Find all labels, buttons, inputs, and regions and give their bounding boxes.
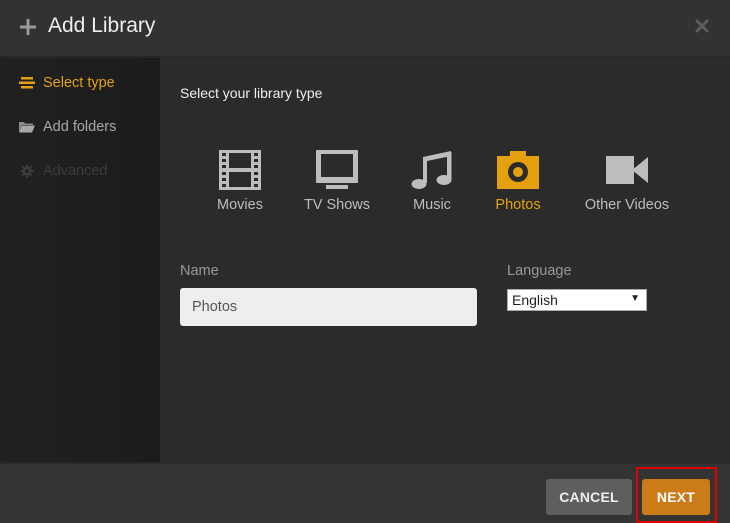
film-icon [219, 150, 261, 190]
sidebar-item-add-folders[interactable]: Add folders [0, 112, 160, 142]
language-selected-value: English [512, 292, 558, 308]
camera-icon [497, 151, 539, 189]
sidebar-item-label: Add folders [43, 119, 117, 135]
library-type-movies[interactable]: Movies [216, 148, 264, 213]
dialog-header: Add Library [0, 0, 730, 57]
main-panel: Select your library type Movies TV Shows… [160, 58, 730, 462]
name-input[interactable] [180, 288, 477, 326]
library-type-label: Music [413, 197, 451, 213]
sidebar-item-label: Advanced [43, 163, 108, 179]
dialog-footer: CANCEL NEXT [0, 462, 730, 523]
library-type-music[interactable]: Music [411, 148, 452, 213]
folder-icon [19, 122, 35, 133]
dialog-title: Add Library [48, 14, 156, 37]
library-type-label: Photos [495, 197, 541, 213]
library-type-other-videos[interactable]: Other Videos [584, 148, 670, 213]
library-type-label: TV Shows [303, 197, 371, 213]
close-icon[interactable] [693, 17, 711, 35]
library-type-label: Other Videos [584, 197, 670, 213]
dropdown-arrow-icon: ▼ [630, 293, 640, 304]
list-icon [19, 77, 35, 89]
library-type-label: Movies [217, 197, 263, 213]
sidebar-item-label: Select type [43, 75, 115, 91]
gear-icon [20, 164, 34, 178]
tv-icon [316, 150, 358, 189]
library-type-photos[interactable]: Photos [494, 148, 542, 213]
language-select[interactable]: English ▼ [507, 289, 647, 311]
language-label: Language [507, 263, 572, 279]
name-label: Name [180, 263, 219, 279]
music-note-icon [411, 151, 452, 189]
sidebar-item-select-type[interactable]: Select type [0, 68, 160, 98]
video-camera-icon [606, 156, 648, 184]
library-type-tv-shows[interactable]: TV Shows [303, 148, 371, 213]
sidebar-item-advanced: Advanced [0, 156, 160, 186]
sidebar: Select type Add folders Advanced [0, 58, 160, 462]
cancel-button[interactable]: CANCEL [546, 479, 632, 515]
next-button[interactable]: NEXT [642, 479, 710, 515]
section-title: Select your library type [180, 85, 323, 101]
plus-icon [20, 19, 36, 35]
